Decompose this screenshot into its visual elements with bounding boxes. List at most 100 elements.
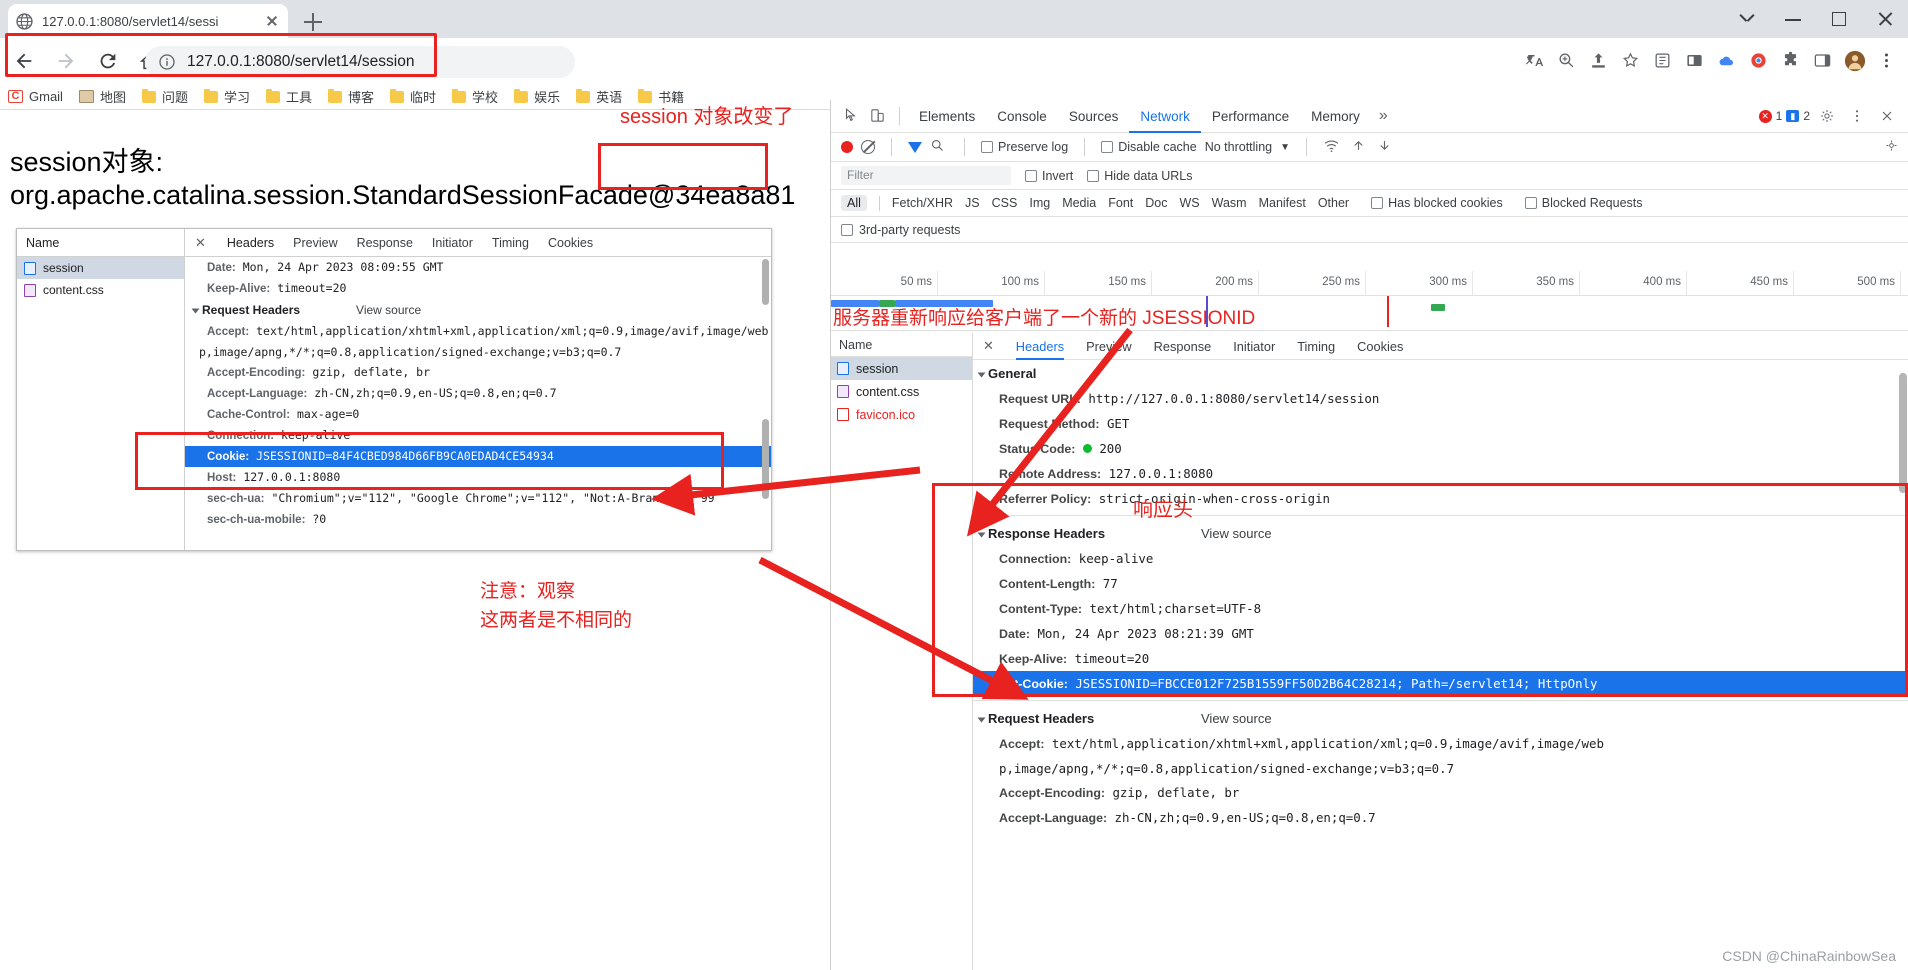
blocked-requests-checkbox[interactable]: Blocked Requests (1524, 196, 1643, 210)
export-icon[interactable] (1377, 138, 1395, 156)
bookmark-item-9[interactable]: 英语 (576, 87, 622, 106)
detail-tab-response[interactable]: Response (1154, 339, 1212, 354)
record-icon[interactable] (841, 141, 853, 153)
embedded-tab-initiator[interactable]: Initiator (432, 236, 473, 250)
inspect-element-icon[interactable] (839, 103, 865, 129)
cloud-icon[interactable] (1712, 46, 1742, 76)
request-row-content-css[interactable]: content.css (831, 380, 972, 403)
detail-tab-initiator[interactable]: Initiator (1233, 339, 1275, 354)
embedded-list-item[interactable]: content.css (17, 279, 184, 301)
close-detail-icon[interactable]: ✕ (983, 338, 994, 354)
tab-network[interactable]: Network (1129, 100, 1201, 133)
info-icon[interactable] (159, 54, 175, 70)
scrollbar-thumb[interactable] (1899, 373, 1907, 493)
embedded-tab-preview[interactable]: Preview (293, 236, 337, 250)
throttling-select[interactable]: No throttling (1205, 140, 1272, 154)
gear-icon[interactable] (1814, 103, 1840, 129)
address-bar[interactable]: 127.0.0.1:8080/servlet14/session (145, 46, 575, 78)
close-icon[interactable]: ✕ (195, 235, 206, 251)
bookmark-star-icon[interactable] (1616, 46, 1646, 76)
general-section[interactable]: General (973, 360, 1908, 386)
extensions-icon[interactable] (1776, 46, 1806, 76)
request-row-session[interactable]: session (831, 357, 972, 380)
type-filter-ws[interactable]: WS (1179, 196, 1199, 210)
import-icon[interactable] (1351, 138, 1369, 156)
chevron-double-right-icon[interactable]: » (1371, 107, 1396, 125)
wifi-icon[interactable] (1323, 137, 1343, 157)
tab-console[interactable]: Console (986, 100, 1058, 133)
tab-elements[interactable]: Elements (908, 100, 986, 133)
type-filter-img[interactable]: Img (1029, 196, 1050, 210)
tab-sources[interactable]: Sources (1058, 100, 1130, 133)
type-filter-all[interactable]: All (841, 195, 867, 211)
type-filter-media[interactable]: Media (1062, 196, 1096, 210)
type-filter-css[interactable]: CSS (992, 196, 1018, 210)
scrollbar-thumb[interactable] (762, 259, 769, 305)
minimize-button[interactable] (1770, 0, 1816, 38)
request-row-favicon[interactable]: favicon.ico (831, 403, 972, 426)
bookmark-item-2[interactable]: 问题 (141, 87, 188, 106)
search-icon[interactable] (930, 138, 948, 156)
bookmark-item-0[interactable]: C Gmail (8, 89, 63, 104)
share-icon[interactable] (1584, 46, 1614, 76)
type-filter-other[interactable]: Other (1318, 196, 1349, 210)
hide-data-urls-checkbox[interactable]: Hide data URLs (1087, 169, 1193, 183)
tab-memory[interactable]: Memory (1300, 100, 1371, 133)
type-filter-wasm[interactable]: Wasm (1212, 196, 1247, 210)
response-headers-section[interactable]: Response Headers View source (973, 520, 1908, 546)
warning-badge[interactable]: ▮ 2 (1786, 109, 1810, 123)
disable-cache-checkbox[interactable]: Disable cache (1101, 140, 1197, 154)
embedded-tab-cookies[interactable]: Cookies (548, 236, 593, 250)
tab-search-icon[interactable] (1724, 0, 1770, 38)
kebab-menu-icon[interactable] (1844, 103, 1870, 129)
reading-list-icon[interactable] (1648, 46, 1678, 76)
chevron-down-icon[interactable]: ▼ (1280, 142, 1290, 153)
embedded-tab-timing[interactable]: Timing (492, 236, 529, 250)
preserve-log-checkbox[interactable]: Preserve log (981, 140, 1068, 154)
split-view-icon[interactable] (1680, 46, 1710, 76)
new-tab-button[interactable] (300, 9, 326, 35)
scrollbar-thumb[interactable] (762, 419, 769, 499)
type-filter-font[interactable]: Font (1108, 196, 1133, 210)
network-settings-gear-icon[interactable] (1884, 138, 1902, 156)
bookmark-item-3[interactable]: 学习 (203, 87, 250, 106)
translate-icon[interactable] (1520, 46, 1550, 76)
chrome-logo-icon[interactable] (1744, 46, 1774, 76)
back-icon[interactable] (6, 43, 42, 79)
window-close-button[interactable] (1862, 0, 1908, 38)
bookmark-item-5[interactable]: 博客 (328, 87, 374, 106)
request-headers-section[interactable]: Request Headers View source (973, 705, 1908, 731)
checkbox-icon[interactable] (841, 223, 853, 236)
type-filter-manifest[interactable]: Manifest (1259, 196, 1306, 210)
detail-tab-cookies[interactable]: Cookies (1357, 339, 1403, 354)
clear-icon[interactable] (861, 140, 875, 154)
toggle-device-toolbar-icon[interactable] (865, 103, 891, 129)
detail-tab-preview[interactable]: Preview (1086, 339, 1132, 354)
funnel-icon[interactable] (908, 141, 922, 153)
avatar[interactable] (1840, 46, 1870, 76)
bookmark-item-6[interactable]: 临时 (390, 87, 436, 106)
zoom-icon[interactable] (1552, 46, 1582, 76)
embedded-section-header[interactable]: Request Headers View source (185, 299, 771, 321)
detail-tab-headers[interactable]: Headers (1015, 333, 1065, 360)
has-blocked-cookies-checkbox[interactable]: Has blocked cookies (1371, 196, 1503, 210)
kebab-menu-icon[interactable] (1872, 46, 1902, 76)
sidebar-icon[interactable] (1808, 46, 1838, 76)
type-filter-fetch-xhr[interactable]: Fetch/XHR (892, 196, 953, 210)
close-icon[interactable] (264, 13, 280, 29)
filter-input[interactable]: Filter (841, 166, 1011, 185)
close-icon[interactable] (1874, 103, 1900, 129)
bookmark-item-7[interactable]: 学校 (452, 87, 498, 106)
tab-performance[interactable]: Performance (1201, 100, 1300, 133)
type-filter-js[interactable]: JS (965, 196, 980, 210)
embedded-list-item[interactable]: session (17, 257, 184, 279)
browser-tab[interactable]: 127.0.0.1:8080/servlet14/sessi (8, 4, 288, 38)
reload-icon[interactable] (90, 43, 126, 79)
bookmark-item-8[interactable]: 娱乐 (514, 87, 560, 106)
bookmark-item-4[interactable]: 工具 (266, 87, 312, 106)
invert-checkbox[interactable]: Invert (1025, 169, 1073, 183)
type-filter-doc[interactable]: Doc (1145, 196, 1167, 210)
embedded-tab-response[interactable]: Response (357, 236, 413, 250)
error-badge[interactable]: ✕ 1 (1758, 109, 1782, 123)
bookmark-item-1[interactable]: 地图 (78, 87, 126, 106)
